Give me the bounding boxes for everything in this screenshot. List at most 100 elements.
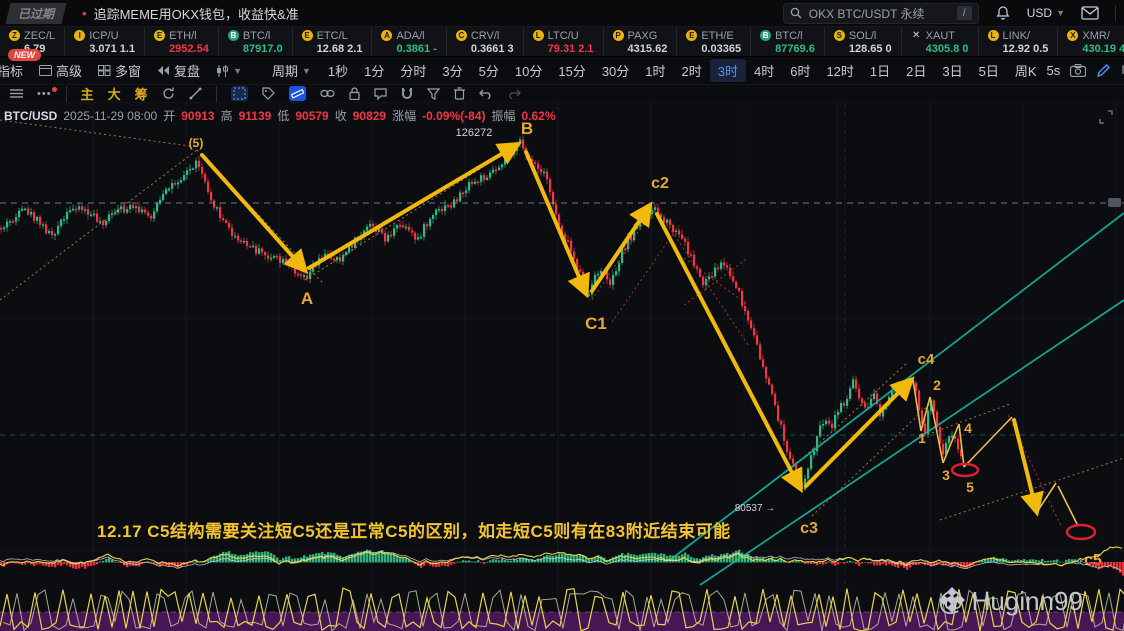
ticker-item-ltcu[interactable]: L LTC/U 79.31 2.1 [524, 27, 604, 56]
timeframe-3时[interactable]: 3时 [709, 59, 746, 82]
timeframe-2时[interactable]: 2时 [674, 59, 710, 82]
magnet-icon[interactable] [401, 87, 413, 100]
timeframe-30分[interactable]: 30分 [594, 59, 637, 82]
chart-datetime: 2025-11-29 08:00 [63, 108, 158, 123]
ticker-item-icpu[interactable]: I ICP/U 3.071 1.1 [65, 27, 146, 56]
currency-dropdown[interactable]: USD ▼ [1027, 6, 1065, 20]
ticker-item-xmr[interactable]: X XMR/430.19 4 [1058, 27, 1124, 56]
timeframe-5日[interactable]: 5日 [971, 59, 1007, 82]
main-chart-button[interactable]: 主 [81, 84, 94, 103]
dashed-line-handle[interactable] [1108, 198, 1121, 207]
macd-bar [873, 562, 876, 566]
chips-button[interactable]: 筹 [135, 84, 148, 103]
link-icon[interactable] [320, 89, 335, 98]
redo-icon[interactable] [507, 89, 521, 99]
timeframe-12时[interactable]: 12时 [818, 59, 861, 82]
candle-body [33, 212, 36, 221]
ticker-item-link[interactable]: L LINK/12.92 0.5 [979, 27, 1059, 56]
candle-body [309, 271, 312, 279]
ticker-item-xaut[interactable]: ✕ XAUT 4305.8 0 [902, 27, 979, 56]
timeframe-分时[interactable]: 分时 [392, 59, 434, 82]
timeframe-2日[interactable]: 2日 [898, 59, 934, 82]
timeframe-3分[interactable]: 3分 [434, 59, 470, 82]
macd-bar [246, 554, 249, 563]
ticker-symbol: ETH/l [169, 29, 197, 42]
more-tools-button[interactable]: ••• [37, 86, 57, 100]
chart-type-dropdown[interactable]: ▼ [209, 62, 249, 80]
undo-icon[interactable] [478, 89, 493, 99]
menu-icon[interactable] [10, 89, 23, 98]
ticker-symbol: ETH/E [701, 29, 734, 42]
timeframe-15分[interactable]: 15分 [550, 59, 593, 82]
refresh-icon[interactable] [162, 87, 175, 100]
timeframe-1时[interactable]: 1时 [637, 59, 673, 82]
multi-window-button[interactable]: 多窗 [91, 58, 148, 83]
candle-body [441, 209, 444, 212]
chart-canvas[interactable]: (5)B126272AC1c2c380537 →c421435c5 [0, 103, 1124, 631]
ticker-item-ethe[interactable]: E ETH/E 0.03365 [677, 27, 752, 56]
timeframe-1日[interactable]: 1日 [862, 59, 898, 82]
candle-body [300, 274, 303, 276]
coin-icon: S [833, 30, 845, 41]
timeframe-1秒[interactable]: 1秒 [320, 59, 356, 82]
candle-body [546, 171, 549, 180]
macd-bar [90, 562, 93, 566]
candle-body [180, 180, 183, 183]
timeframe-1分[interactable]: 1分 [356, 59, 392, 82]
advanced-button[interactable]: 高级 [32, 58, 89, 83]
lock-icon[interactable] [349, 87, 360, 100]
replay-button[interactable]: 复盘 [150, 58, 207, 83]
timeframe-10分[interactable]: 10分 [507, 59, 550, 82]
big-chart-button[interactable]: 大 [108, 84, 121, 103]
note-icon[interactable] [374, 87, 387, 100]
bell-icon[interactable] [995, 5, 1011, 21]
candle-body [195, 160, 198, 169]
candle-body [750, 320, 753, 329]
timeframe-周K[interactable]: 周K [1007, 59, 1045, 82]
camera-icon[interactable] [1070, 64, 1087, 77]
candle-body [270, 257, 273, 260]
tag-icon[interactable] [262, 87, 275, 100]
projection-line [1057, 485, 1079, 527]
ticker-item-soll[interactable]: S SOL/l 128.65 0 [825, 27, 902, 56]
symbol-search-input[interactable]: OKX BTC/USDT 永续 / [782, 2, 979, 24]
candle-body [225, 220, 228, 223]
candle-body [456, 199, 459, 202]
ticker-item-etcl[interactable]: E ETC/L 12.68 2.1 [293, 27, 373, 56]
ticker-symbol: CRV/l [470, 29, 500, 42]
promo-message[interactable]: 追踪MEME用OKX钱包，收益快&准 [94, 4, 299, 23]
filter-icon[interactable] [426, 87, 440, 100]
candle-body [504, 157, 507, 165]
candle-body [492, 169, 495, 173]
indicators-button[interactable]: 指标 [0, 58, 30, 83]
ticker-item-crvl[interactable]: C CRV/l 0.3661 3 [447, 27, 524, 56]
candle-body [813, 451, 816, 456]
candle-body [63, 219, 66, 221]
macd-bar [456, 561, 459, 563]
selection-tool-icon[interactable] [230, 86, 248, 101]
timeframe-5分[interactable]: 5分 [471, 59, 507, 82]
ticker-item-btcl[interactable]: B BTC/l 87917.0 [219, 27, 293, 56]
wave-label: 126272 [456, 127, 493, 139]
trash-icon[interactable] [453, 87, 465, 100]
timeframe-3日[interactable]: 3日 [934, 59, 970, 82]
ticker-item-paxg[interactable]: P PAXG 4315.62 [604, 27, 678, 56]
trendline-icon[interactable] [189, 87, 202, 100]
chart-area[interactable]: (5) B 126272 A C1 c2 c3 80537 → c4 2 1 4 3 5 c5 BTC/US… [0, 103, 1124, 631]
macd-bar [495, 559, 498, 563]
speed-label[interactable]: 5s [1047, 63, 1061, 78]
draw-pencil-icon[interactable] [1096, 63, 1111, 78]
ticker-item-ethl[interactable]: E ETH/l 2952.54 [145, 27, 219, 56]
macd-bar [864, 561, 867, 563]
ticker-item-btcl[interactable]: B BTC/l 87769.6 [751, 27, 825, 56]
timeframe-6时[interactable]: 6时 [782, 59, 818, 82]
measure-tool-icon[interactable] [288, 86, 306, 101]
period-dropdown[interactable]: 周期 ▼ [265, 58, 318, 83]
mail-icon[interactable] [1081, 6, 1099, 20]
wave-arrow [307, 141, 522, 270]
ticker-item-adal[interactable]: A ADA/l 0.3861 - [372, 27, 447, 56]
candle-body [264, 252, 267, 256]
candle-body [864, 403, 867, 408]
timeframe-4时[interactable]: 4时 [746, 59, 782, 82]
candle-body [768, 378, 771, 385]
